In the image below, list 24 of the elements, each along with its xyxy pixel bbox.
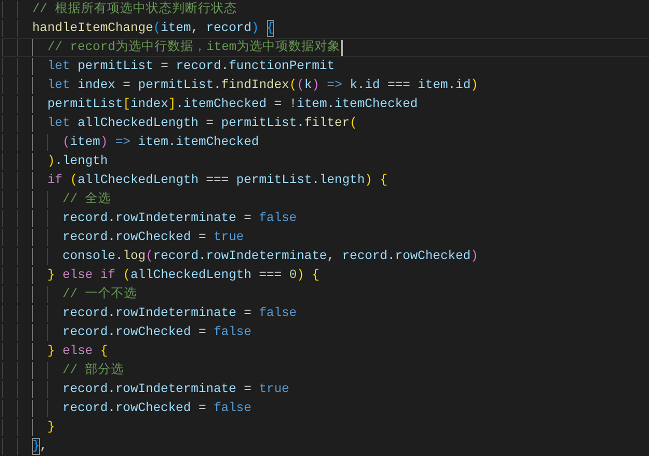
code-line: record.rowChecked = false — [62, 400, 252, 417]
code-line: handleItemChange(item, record) { — [32, 20, 274, 37]
code-line: let permitList = record.functionPermit — [47, 58, 335, 75]
code-line: let index = permitList.findIndex((k) => k.id === item.id) — [47, 77, 478, 94]
code-line: record.rowIndeterminate = false — [62, 210, 297, 227]
code-line: (item) => item.itemChecked — [62, 134, 259, 151]
code-line: } — [47, 419, 55, 436]
code-line: ).length — [47, 153, 108, 170]
code-line: record.rowChecked = false — [62, 324, 252, 341]
code-line: if (allCheckedLength === permitList.length) { — [47, 172, 388, 189]
code-line: // 根据所有项选中状态判断行状态 — [32, 1, 237, 18]
code-line: } else if (allCheckedLength === 0) { — [47, 267, 320, 284]
code-line: } else { — [47, 343, 108, 360]
code-line: record.rowIndeterminate = true — [62, 381, 290, 398]
code-line: // 全选 — [62, 191, 112, 208]
code-line: // 部分选 — [62, 362, 124, 379]
code-line: }, — [32, 438, 48, 455]
code-line: let allCheckedLength = permitList.filter( — [47, 115, 358, 132]
code-line: record.rowChecked = true — [62, 229, 244, 246]
code-line: console.log(record.rowIndeterminate, record.rowChecked) — [62, 248, 478, 265]
code-line: record.rowIndeterminate = false — [62, 305, 297, 322]
current-code-line: // record为选中行数据，item为选中项数据对象 — [47, 39, 343, 56]
code-line: permitList[index].itemChecked = !item.itemChecked — [47, 96, 418, 113]
code-line: // 一个不选 — [62, 286, 138, 303]
